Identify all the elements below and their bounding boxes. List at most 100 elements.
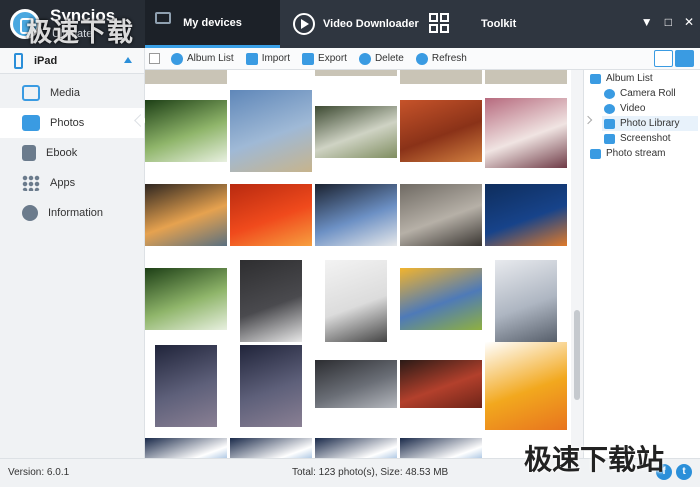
menu-button[interactable]: ▼: [641, 15, 653, 29]
photo-thumbnail-city-tower[interactable]: [230, 90, 312, 172]
sidebar-item-photos[interactable]: Photos: [0, 108, 144, 138]
tree-label: Screenshot: [620, 133, 671, 144]
export-icon: [302, 52, 315, 65]
sidebar-item-media[interactable]: Media: [0, 78, 144, 108]
photo-thumbnail-partial[interactable]: [315, 70, 397, 76]
tab-my-devices[interactable]: My devices: [145, 0, 280, 48]
scrollbar-thumb[interactable]: [574, 310, 580, 400]
close-button[interactable]: ✕: [684, 15, 694, 29]
photo-thumbnail-hydrangea-2[interactable]: [145, 268, 227, 330]
delete-icon: [358, 52, 371, 65]
brand: Syncios Ultimate 极速下载站: [0, 0, 145, 85]
screenshot-icon: [604, 133, 615, 144]
photo-thumbnail-red-flower[interactable]: [230, 184, 312, 246]
video-icon: [604, 103, 615, 114]
photo-thumbnail-leather-phone[interactable]: [400, 360, 482, 408]
album-icon: [590, 73, 601, 84]
device-icon: [155, 12, 171, 24]
grid-scrollbar[interactable]: [571, 70, 583, 458]
tree-label: Photo Library: [620, 118, 680, 129]
import-icon: [245, 52, 258, 65]
sidebar-item-label: Information: [48, 207, 104, 219]
sidebar-item-information[interactable]: Information: [0, 198, 144, 228]
album-tree: Album List Camera Roll Video Photo Libra…: [583, 70, 700, 458]
photo-thumbnail-desert-butte[interactable]: [400, 100, 482, 162]
sidebar-item-apps[interactable]: Apps: [0, 168, 144, 198]
export-button[interactable]: Export: [302, 52, 347, 65]
photo-thumbnail-desktop-1[interactable]: [145, 438, 227, 458]
album-list-label: Album List: [187, 53, 234, 64]
tree-label: Video: [620, 103, 646, 114]
photo-thumbnail-candy-cup[interactable]: [485, 98, 567, 168]
photo-thumbnail-partial[interactable]: [145, 70, 227, 84]
select-all-checkbox[interactable]: [149, 53, 160, 64]
album-list-button[interactable]: Album List: [171, 52, 234, 65]
import-button[interactable]: Import: [245, 52, 291, 65]
photo-thumbnail-hydrangea[interactable]: [145, 100, 227, 162]
device-name: iPad: [34, 54, 58, 67]
photo-thumbnail-keyboard[interactable]: [240, 260, 302, 342]
photo-thumbnail-lighthouse-sunset[interactable]: [145, 184, 227, 246]
photo-thumbnail-jellyfish[interactable]: [485, 184, 567, 246]
watermark-bottom: 极速下载站: [524, 443, 665, 476]
photo-thumbnail-lockscreen-2[interactable]: [240, 345, 302, 427]
photo-stream-icon: [590, 148, 601, 159]
apps-icon: [22, 175, 40, 191]
window-controls: ▼ □ ✕: [641, 15, 694, 29]
eject-icon[interactable]: [124, 57, 132, 63]
tree-pointer-icon: [583, 115, 593, 125]
play-icon: [293, 13, 315, 35]
top-bar: Syncios Ultimate 极速下载站 My devices Video …: [0, 0, 700, 85]
tree-video[interactable]: Video: [604, 101, 645, 116]
tree-screenshot[interactable]: Screenshot: [604, 131, 671, 146]
photo-thumbnail-koala[interactable]: [400, 184, 482, 246]
tab-toolkit[interactable]: Toolkit: [425, 0, 555, 48]
sidebar-item-label: Ebook: [46, 147, 78, 159]
photo-thumbnail-partial[interactable]: [400, 70, 482, 84]
back-icon: [171, 52, 183, 65]
media-icon: [22, 85, 40, 101]
photo-thumbnail-tulips[interactable]: [400, 268, 482, 330]
photo-thumbnail-desktop-2[interactable]: [230, 438, 312, 458]
information-icon: [22, 205, 38, 221]
tree-label: Camera Roll: [620, 88, 676, 99]
device-selector[interactable]: iPad: [0, 48, 144, 74]
delete-label: Delete: [374, 53, 404, 64]
tree-label: Album List: [606, 73, 653, 84]
sidebar-item-label: Photos: [50, 117, 85, 129]
tab-toolkit-label: Toolkit: [481, 18, 517, 30]
import-label: Import: [261, 53, 291, 64]
toolbar: Album List Import Export Delete Refresh: [145, 48, 700, 70]
camera-icon: [604, 88, 615, 99]
grid-view-button[interactable]: [675, 50, 694, 67]
tree-photo-library[interactable]: Photo Library: [602, 116, 698, 131]
tree-photo-stream[interactable]: Photo stream: [590, 146, 665, 161]
tab-video-downloader[interactable]: Video Downloader: [285, 0, 425, 48]
list-view-button[interactable]: [654, 50, 673, 67]
sidebar: iPad Media Photos Ebook Apps Information: [0, 48, 145, 458]
refresh-button[interactable]: Refresh: [415, 52, 467, 65]
photo-thumbnail-partial[interactable]: [485, 70, 567, 84]
photo-thumbnail-desktop-4[interactable]: [400, 438, 482, 458]
photo-thumbnail-phone-desk[interactable]: [325, 260, 387, 342]
tree-camera-roll[interactable]: Camera Roll: [604, 86, 676, 101]
sidebar-item-ebook[interactable]: Ebook: [0, 138, 144, 168]
photo-grid: [145, 70, 571, 458]
twitter-icon[interactable]: t: [676, 464, 692, 480]
tree-album-list[interactable]: Album List: [590, 71, 653, 86]
refresh-icon: [415, 52, 428, 65]
photo-thumbnail-penguins[interactable]: [315, 184, 397, 246]
delete-button[interactable]: Delete: [358, 52, 404, 65]
photo-thumbnail-headphones[interactable]: [485, 342, 567, 430]
sidebar-item-label: Apps: [50, 177, 76, 189]
minimize-button[interactable]: □: [665, 15, 672, 29]
photo-thumbnail-phone-back[interactable]: [315, 360, 397, 408]
sidebar-item-label: Media: [50, 87, 80, 99]
photo-thumbnail-mask[interactable]: [495, 260, 557, 342]
ebook-icon: [22, 145, 36, 161]
photo-thumbnail-desktop-3[interactable]: [315, 438, 397, 458]
tab-video-downloader-label: Video Downloader: [323, 18, 419, 30]
photo-thumbnail-lockscreen-1[interactable]: [155, 345, 217, 427]
toolkit-icon: [429, 13, 451, 35]
photo-thumbnail-room-plants[interactable]: [315, 106, 397, 158]
